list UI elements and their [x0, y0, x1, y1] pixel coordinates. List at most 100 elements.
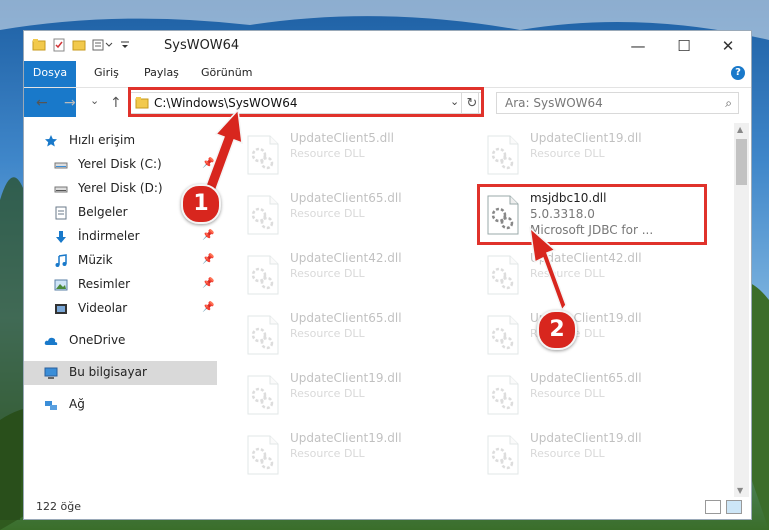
sidebar-item-music[interactable]: Müzik 📌	[24, 249, 217, 273]
sidebar-item-label: Yerel Disk (D:)	[78, 181, 163, 195]
minimize-button[interactable]: —	[615, 31, 661, 61]
sidebar-item-pictures[interactable]: Resimler 📌	[24, 273, 217, 297]
file-list: UpdateClient5.dll Resource DLL UpdateClien…	[234, 123, 734, 493]
file-description: Resource DLL	[290, 387, 365, 400]
up-button[interactable]: ↑	[110, 95, 122, 111]
tab-share[interactable]: Paylaş	[134, 61, 189, 85]
file-description: Resource DLL	[290, 447, 365, 460]
pin-icon: 📌	[202, 158, 215, 169]
item-count: 122 öğe	[36, 500, 81, 513]
sidebar-item-label: Yerel Disk (C:)	[78, 157, 162, 171]
maximize-icon: ☐	[677, 37, 691, 55]
dll-file-icon	[247, 135, 279, 175]
sidebar-item-documents[interactable]: Belgeler 📌	[24, 201, 217, 225]
scroll-down-icon[interactable]: ▼	[737, 486, 743, 495]
dll-file-icon	[487, 315, 519, 355]
file-item[interactable]: UpdateClient19.dll Resource DLL	[474, 307, 704, 363]
videos-icon	[55, 304, 67, 314]
file-item[interactable]: UpdateClient65.dll Resource DLL	[474, 367, 704, 423]
file-name: UpdateClient19.dll	[530, 131, 642, 145]
music-icon	[55, 254, 67, 267]
navigation-pane: Hızlı erişim Yerel Disk (C:) 📌 Yerel Dis…	[24, 123, 217, 495]
folder-icon	[135, 97, 149, 109]
tab-home[interactable]: Giriş	[84, 61, 129, 85]
dll-file-icon	[487, 375, 519, 415]
file-description: Microsoft JDBC for ...	[530, 223, 654, 237]
sidebar-item-videos[interactable]: Videolar 📌	[24, 297, 217, 321]
file-name: UpdateClient19.dll	[290, 371, 402, 385]
file-name: msjdbc10.dll	[530, 191, 607, 205]
sidebar-item-local-disk-d[interactable]: Yerel Disk (D:)	[24, 177, 217, 201]
file-description: Resource DLL	[530, 147, 605, 160]
file-name: UpdateClient5.dll	[290, 131, 394, 145]
file-item[interactable]: UpdateClient42.dll Resource DLL	[234, 247, 464, 303]
file-item-selected[interactable]: msjdbc10.dll 5.0.3318.0 Microsoft JDBC for…	[474, 187, 704, 243]
refresh-button[interactable]: ↻	[461, 92, 483, 114]
pin-icon: 📌	[202, 302, 215, 313]
file-item[interactable]: UpdateClient19.dll Resource DLL	[234, 367, 464, 423]
recent-locations-button[interactable]: ⌄	[90, 94, 99, 107]
file-description: Resource DLL	[290, 147, 365, 160]
documents-icon	[55, 206, 67, 220]
file-item[interactable]: UpdateClient42.dll Resource DLL	[474, 247, 704, 303]
address-bar[interactable]: C:\Windows\SysWOW64 ⌄	[129, 92, 479, 114]
sidebar-item-label: Bu bilgisayar	[69, 365, 147, 379]
file-description: Resource DLL	[530, 267, 605, 280]
quick-access-dropdown-icon[interactable]	[120, 38, 130, 52]
file-item[interactable]: UpdateClient19.dll Resource DLL	[474, 127, 704, 183]
title-bar: SysWOW64 — ☐ ✕	[24, 31, 751, 61]
sidebar-item-this-pc[interactable]: Bu bilgisayar	[24, 361, 217, 385]
file-name: UpdateClient19.dll	[290, 431, 402, 445]
file-item[interactable]: UpdateClient65.dll Resource DLL	[234, 187, 464, 243]
new-folder-icon[interactable]	[72, 38, 86, 52]
scrollbar-thumb[interactable]	[736, 139, 747, 185]
dll-file-icon	[247, 315, 279, 355]
search-icon: ⌕	[725, 96, 732, 110]
address-dropdown-icon[interactable]: ⌄	[450, 95, 459, 108]
dll-file-icon	[247, 195, 279, 235]
vertical-scrollbar[interactable]: ▲ ▼	[734, 123, 749, 497]
window-title: SysWOW64	[164, 38, 240, 53]
sidebar-item-label: Hızlı erişim	[69, 133, 136, 147]
file-name: UpdateClient42.dll	[290, 251, 402, 265]
properties-icon[interactable]	[52, 38, 66, 52]
computer-icon	[44, 367, 58, 379]
dll-file-icon	[487, 435, 519, 475]
sidebar-item-label: Ağ	[69, 397, 85, 411]
back-button[interactable]: ←	[36, 95, 48, 111]
sidebar-item-downloads[interactable]: İndirmeler 📌	[24, 225, 217, 249]
star-icon	[45, 135, 57, 147]
cloud-icon	[44, 337, 58, 345]
file-item[interactable]: UpdateClient5.dll Resource DLL	[234, 127, 464, 183]
tiles-view-icon[interactable]	[726, 500, 742, 514]
forward-button[interactable]: →	[64, 95, 76, 111]
details-view-icon[interactable]	[705, 500, 721, 514]
sidebar-item-network[interactable]: Ağ	[24, 393, 217, 417]
file-item[interactable]: UpdateClient65.dll Resource DLL	[234, 307, 464, 363]
drive-icon	[54, 162, 68, 169]
maximize-button[interactable]: ☐	[661, 31, 707, 61]
scroll-up-icon[interactable]: ▲	[737, 125, 743, 134]
close-button[interactable]: ✕	[705, 31, 751, 61]
file-name: UpdateClient65.dll	[290, 311, 402, 325]
file-description: Resource DLL	[530, 387, 605, 400]
customize-toolbar-icon[interactable]	[92, 38, 114, 52]
status-bar: 122 öğe	[24, 495, 751, 519]
download-icon	[56, 231, 66, 243]
pictures-icon	[54, 279, 68, 291]
file-item[interactable]: UpdateClient19.dll Resource DLL	[234, 427, 464, 483]
sidebar-item-local-disk-c[interactable]: Yerel Disk (C:) 📌	[24, 153, 217, 177]
file-item[interactable]: UpdateClient19.dll Resource DLL	[474, 427, 704, 483]
help-icon[interactable]: ?	[731, 66, 745, 80]
sidebar-item-label: Videolar	[78, 301, 128, 315]
dll-file-icon	[247, 255, 279, 295]
search-input[interactable]: Ara: SysWOW64 ⌕	[496, 92, 739, 114]
sidebar-item-onedrive[interactable]: OneDrive	[24, 329, 217, 353]
sidebar-item-quick-access[interactable]: Hızlı erişim	[24, 129, 217, 153]
file-description: Resource DLL	[290, 267, 365, 280]
explorer-window: SysWOW64 — ☐ ✕ Dosya Giriş Paylaş Görünü…	[23, 30, 752, 520]
tab-view[interactable]: Görünüm	[191, 61, 262, 85]
sidebar-item-label: Müzik	[78, 253, 113, 267]
drive-icon	[54, 186, 68, 193]
file-name: UpdateClient65.dll	[290, 191, 402, 205]
